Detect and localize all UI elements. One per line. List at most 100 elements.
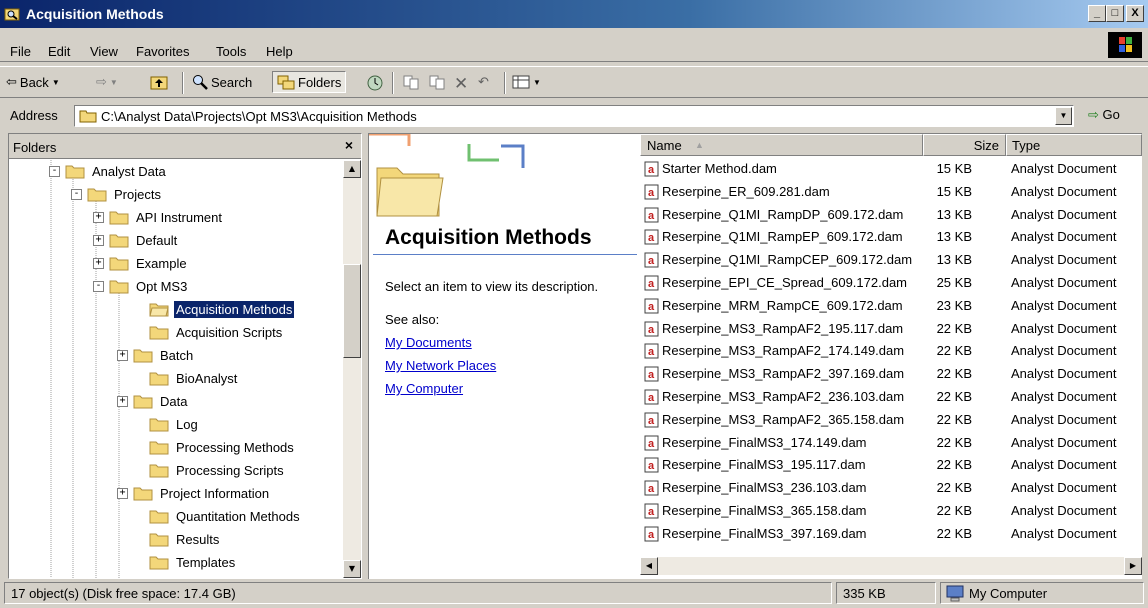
analyst-document-icon: a [644,412,659,428]
tree-item[interactable]: + Project Information [117,482,271,504]
file-size: 13 KB [936,229,972,245]
folders-button[interactable]: Folders [272,71,347,93]
file-size: 13 KB [936,252,972,268]
tree-item[interactable]: - Projects [71,183,163,205]
copy-to-button[interactable] [428,74,446,90]
link-my-computer[interactable]: My Computer [385,381,463,396]
tree-item[interactable]: Acquisition Methods [149,298,295,320]
sort-ascending-icon: ▲ [695,140,704,150]
tree-item[interactable]: Log [149,413,200,435]
search-button[interactable]: Search [192,74,252,90]
file-row[interactable]: a Reserpine_FinalMS3_365.158.dam 22 KB Anal… [640,500,1142,522]
file-name: Reserpine_Q1MI_RampDP_609.172.dam [662,206,904,222]
expand-icon[interactable]: + [93,211,104,223]
menu-favorites[interactable]: Favorites [136,44,189,59]
back-button[interactable]: ⇦ Back ▼ [6,74,60,90]
delete-button[interactable]: ✕ [454,74,468,94]
tree-item[interactable]: - Analyst Data [49,160,168,182]
views-button[interactable]: ▼ [512,74,541,90]
scroll-left-button[interactable]: ◀ [640,557,658,575]
forward-button[interactable]: ⇨ ▼ [96,74,118,90]
tree-item[interactable]: + Default [93,229,179,251]
link-my-network-places[interactable]: My Network Places [385,358,496,373]
file-row[interactable]: a Reserpine_MS3_RampAF2_365.158.dam 22 KB A… [640,409,1142,431]
undo-button[interactable]: ↶ [478,74,489,90]
column-header-name[interactable]: Name ▲ [640,134,923,156]
open-folder-icon [149,303,169,316]
expand-icon[interactable]: + [117,349,128,361]
folders-pane: Folders × - Analyst Data - Projects + API Ins… [8,133,362,579]
menu-tools[interactable]: Tools [216,44,246,59]
scroll-down-button[interactable]: ▼ [343,560,361,578]
address-dropdown-button[interactable]: ▼ [1055,107,1072,125]
tree-item[interactable]: Processing Scripts [149,459,286,481]
history-button[interactable] [366,74,384,92]
scroll-up-button[interactable]: ▲ [343,160,361,178]
collapse-icon[interactable]: - [71,188,82,200]
file-row[interactable]: a Reserpine_MS3_RampAF2_397.169.dam 22 KB A… [640,363,1142,385]
minimize-button[interactable]: _ [1088,5,1106,22]
file-row[interactable]: a Reserpine_FinalMS3_397.169.dam 22 KB Anal… [640,523,1142,545]
file-row[interactable]: a Reserpine_FinalMS3_174.149.dam 22 KB Anal… [640,432,1142,454]
menu-edit[interactable]: Edit [48,44,70,59]
address-input[interactable]: C:\Analyst Data\Projects\Opt MS3\Acquisi… [74,105,1074,127]
up-folder-button[interactable] [150,74,168,90]
close-pane-button[interactable]: × [345,137,353,153]
file-row[interactable]: a Starter Method.dam 15 KB Analyst Document [640,158,1142,180]
link-my-documents[interactable]: My Documents [385,335,472,350]
folder-tree-scrollbar[interactable]: ▲ ▼ [343,160,361,578]
file-row[interactable]: a Reserpine_FinalMS3_236.103.dam 22 KB Anal… [640,477,1142,499]
tree-item[interactable]: + Example [93,252,189,274]
tree-item[interactable]: Quantitation Methods [149,505,302,527]
tree-item[interactable]: + Batch [117,344,195,366]
file-row[interactable]: a Reserpine_EPI_CE_Spread_609.172.dam 25 K… [640,272,1142,294]
expand-icon[interactable]: + [117,395,128,407]
column-header-type[interactable]: Type [1006,134,1142,156]
tree-item[interactable]: + Data [117,390,189,412]
expand-icon[interactable]: + [93,234,104,246]
file-row[interactable]: a Reserpine_MS3_RampAF2_174.149.dam 22 KB A… [640,340,1142,362]
file-size: 22 KB [936,503,972,518]
scroll-right-button[interactable]: ▶ [1124,557,1142,575]
file-name: Reserpine_MS3_RampAF2_365.158.dam [662,411,905,427]
status-size-text: 335 KB [843,586,886,601]
file-row[interactable]: a Reserpine_MS3_RampAF2_195.117.dam 22 KB A… [640,318,1142,340]
collapse-icon[interactable]: - [93,280,104,292]
menu-view[interactable]: View [90,44,118,59]
file-row[interactable]: a Reserpine_MS3_RampAF2_236.103.dam 22 KB A… [640,386,1142,408]
tree-item[interactable]: + API Instrument [93,206,224,228]
file-row[interactable]: a Reserpine_Q1MI_RampDP_609.172.dam 13 KB A… [640,204,1142,226]
tree-item[interactable]: Processing Methods [149,436,296,458]
tree-item[interactable]: BioAnalyst [149,367,239,389]
file-row[interactable]: a Reserpine_ER_609.281.dam 15 KB Analyst Do… [640,181,1142,203]
go-button[interactable]: ⇨ Go [1088,107,1120,123]
maximize-button[interactable]: □ [1106,5,1124,22]
back-arrow-icon: ⇦ [6,74,17,89]
menu-help[interactable]: Help [266,44,293,59]
file-row[interactable]: a Reserpine_FinalMS3_195.117.dam 22 KB Anal… [640,454,1142,476]
move-to-button[interactable] [402,74,420,90]
tree-item[interactable]: Templates [149,551,237,573]
tree-item[interactable]: - Opt MS3 [93,275,189,297]
file-row[interactable]: a Reserpine_MRM_RampCE_609.172.dam 23 KB An… [640,295,1142,317]
expand-icon[interactable]: + [117,487,128,499]
file-row[interactable]: a Reserpine_Q1MI_RampCEP_609.172.dam 13 KB… [640,249,1142,271]
file-row[interactable]: a Reserpine_Q1MI_RampEP_609.172.dam 13 KB A… [640,226,1142,248]
tree-item[interactable]: Results [149,528,221,550]
analyst-document-icon: a [644,343,659,359]
scroll-thumb[interactable] [343,264,361,358]
tree-item-label: Batch [160,347,194,363]
delete-icon: ✕ [454,74,469,93]
file-type: Analyst Document [1011,503,1117,518]
file-name: Reserpine_FinalMS3_174.149.dam [662,434,867,450]
undo-icon: ↶ [478,74,489,89]
file-list-horizontal-scrollbar[interactable]: ◀ ▶ [640,557,1142,575]
expand-icon[interactable]: + [93,257,104,269]
collapse-icon[interactable]: - [49,165,60,177]
close-button[interactable]: X [1126,5,1144,22]
menu-file[interactable]: File [10,44,31,59]
file-name: Reserpine_MRM_RampCE_609.172.dam [662,297,903,313]
column-header-size[interactable]: Size [923,134,1006,156]
tree-item[interactable]: Acquisition Scripts [149,321,284,343]
svg-text:a: a [648,255,655,267]
